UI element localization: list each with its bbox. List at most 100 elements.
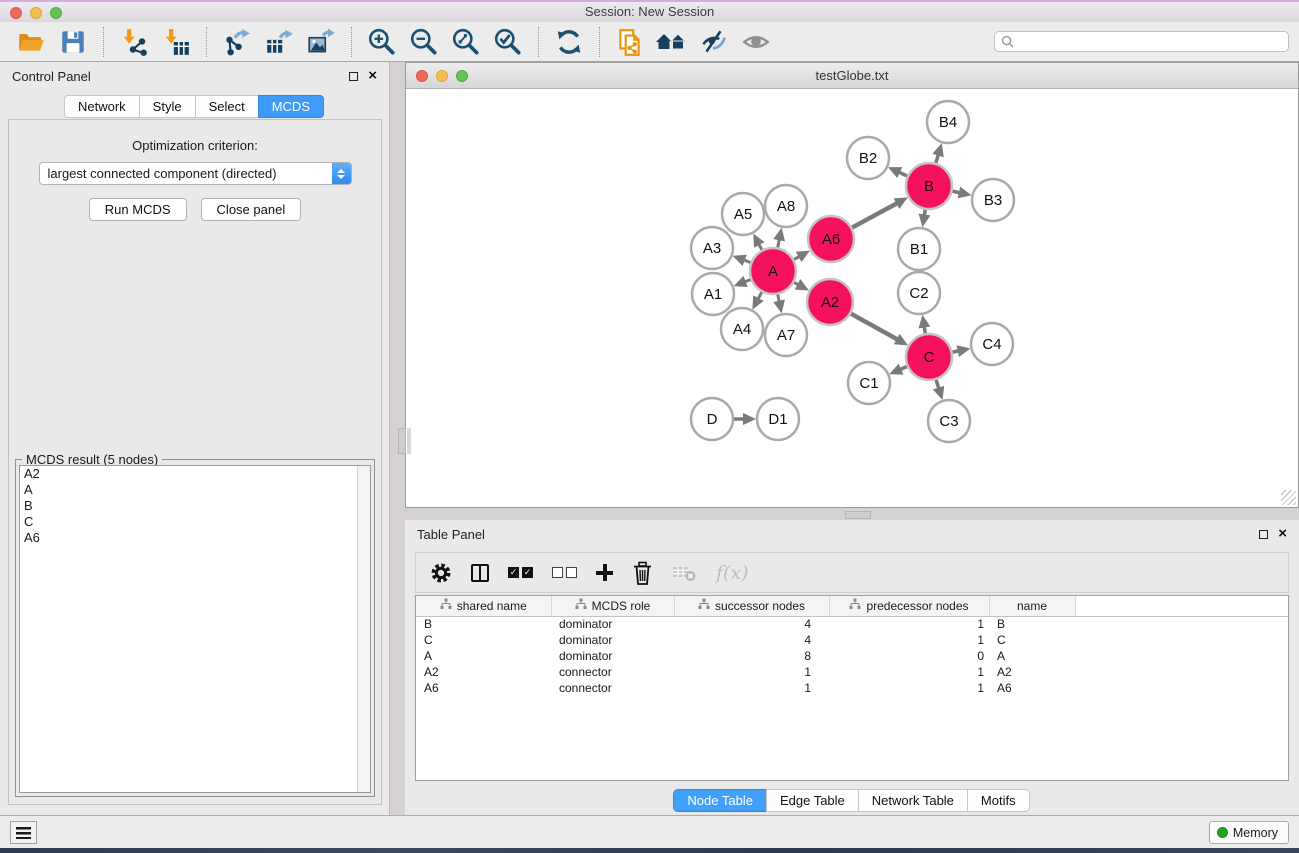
edge-A-A6[interactable] (794, 256, 799, 259)
edge-A-A1[interactable] (745, 280, 751, 282)
node-A1[interactable]: A1 (692, 273, 734, 315)
cell[interactable]: 1 (674, 680, 829, 696)
maximize-window-button[interactable] (50, 7, 62, 19)
node-B4[interactable]: B4 (927, 101, 969, 143)
import-network-icon[interactable] (117, 25, 151, 59)
node-C4[interactable]: C4 (971, 323, 1013, 365)
vertical-splitter-handle[interactable] (398, 428, 406, 454)
node-A8[interactable]: A8 (765, 185, 807, 227)
search-input[interactable] (1014, 34, 1282, 49)
node-A5[interactable]: A5 (722, 193, 764, 235)
zoom-fit-icon[interactable] (449, 25, 483, 59)
node-A2[interactable]: A2 (807, 279, 853, 325)
export-network-icon[interactable] (220, 25, 254, 59)
add-column-icon[interactable] (596, 564, 613, 581)
zoom-in-icon[interactable] (365, 25, 399, 59)
edge-A-A4[interactable] (758, 292, 762, 299)
edge-B-B4[interactable] (936, 155, 938, 163)
cell[interactable]: dominator (551, 648, 674, 664)
edge-A6-B[interactable] (852, 203, 897, 227)
delete-table-icon[interactable] (672, 563, 697, 583)
column-header-shared-name[interactable]: shared name (416, 596, 551, 616)
node-D[interactable]: D (691, 398, 733, 440)
tab-network[interactable]: Network (64, 95, 140, 118)
edge-A2-C[interactable] (851, 314, 898, 340)
node-A7[interactable]: A7 (765, 314, 807, 356)
minimize-window-button[interactable] (30, 7, 42, 19)
cell[interactable]: 1 (829, 616, 989, 632)
cell[interactable]: 0 (829, 648, 989, 664)
cell[interactable]: 1 (829, 664, 989, 680)
float-panel-icon[interactable] (349, 72, 358, 81)
cell[interactable]: 8 (674, 648, 829, 664)
node-C1[interactable]: C1 (848, 362, 890, 404)
cell[interactable]: 1 (829, 680, 989, 696)
cell[interactable]: A6 (989, 680, 1075, 696)
cell[interactable]: dominator (551, 616, 674, 632)
deselect-all-icon[interactable] (552, 567, 577, 578)
node-B2[interactable]: B2 (847, 137, 889, 179)
zoom-selected-icon[interactable] (491, 25, 525, 59)
cell[interactable]: 1 (829, 632, 989, 648)
refresh-layout-icon[interactable] (552, 25, 586, 59)
result-item[interactable]: A2 (20, 466, 370, 482)
cell[interactable]: C (989, 632, 1075, 648)
window-resize-grip[interactable] (1281, 490, 1296, 505)
memory-button[interactable]: Memory (1209, 821, 1289, 844)
tab-mcds[interactable]: MCDS (258, 95, 324, 118)
node-B1[interactable]: B1 (898, 228, 940, 270)
column-layout-icon[interactable] (471, 564, 489, 582)
cell[interactable]: B (416, 616, 551, 632)
node-A6[interactable]: A6 (808, 216, 854, 262)
result-scrollbar[interactable] (357, 466, 370, 792)
network-close-button[interactable] (416, 70, 428, 82)
cell[interactable]: C (416, 632, 551, 648)
cell[interactable]: 1 (674, 664, 829, 680)
network-maximize-button[interactable] (456, 70, 468, 82)
column-header-MCDS-role[interactable]: MCDS role (551, 596, 674, 616)
result-item[interactable]: A (20, 482, 370, 498)
select-all-icon[interactable]: ✓✓ (508, 567, 533, 578)
tab-edge-table[interactable]: Edge Table (766, 789, 859, 812)
cell[interactable]: 4 (674, 632, 829, 648)
network-canvas[interactable]: ABCA2A6A1A3A4A5A7A8B1B2B3B4C1C2C3C4DD1 (407, 90, 1297, 506)
edge-C-C2[interactable] (924, 327, 925, 334)
float-table-panel-icon[interactable] (1259, 530, 1268, 539)
show-graphics-details-icon[interactable] (739, 25, 773, 59)
node-A4[interactable]: A4 (721, 308, 763, 350)
horizontal-splitter-handle[interactable] (845, 511, 871, 519)
clone-network-icon[interactable] (613, 25, 647, 59)
home-icon[interactable] (655, 25, 689, 59)
cell[interactable]: connector (551, 680, 674, 696)
tab-network-table[interactable]: Network Table (858, 789, 968, 812)
cell[interactable]: 4 (674, 616, 829, 632)
cell[interactable]: dominator (551, 632, 674, 648)
save-session-icon[interactable] (56, 25, 90, 59)
result-item[interactable]: B (20, 498, 370, 514)
network-minimize-button[interactable] (436, 70, 448, 82)
node-B[interactable]: B (906, 163, 952, 209)
close-panel-icon[interactable]: × (368, 71, 377, 81)
result-item[interactable]: C (20, 514, 370, 530)
node-A[interactable]: A (750, 248, 796, 294)
node-C2[interactable]: C2 (898, 272, 940, 314)
edge-C-C3[interactable] (936, 380, 939, 389)
hide-annotations-icon[interactable] (697, 25, 731, 59)
edge-A-A2[interactable] (794, 282, 798, 284)
run-mcds-button[interactable]: Run MCDS (89, 198, 187, 221)
edge-C-C1[interactable] (900, 367, 907, 370)
node-C[interactable]: C (906, 334, 952, 380)
edge-A-A8[interactable] (778, 239, 780, 247)
column-header-successor-nodes[interactable]: successor nodes (674, 596, 829, 616)
cell[interactable]: B (989, 616, 1075, 632)
open-session-icon[interactable] (14, 25, 48, 59)
edge-A-A5[interactable] (759, 244, 762, 250)
node-C3[interactable]: C3 (928, 400, 970, 442)
export-table-icon[interactable] (262, 25, 296, 59)
zoom-out-icon[interactable] (407, 25, 441, 59)
delete-column-icon[interactable] (632, 561, 653, 585)
node-D1[interactable]: D1 (757, 398, 799, 440)
edge-B-B2[interactable] (899, 172, 907, 176)
settings-gear-icon[interactable] (430, 562, 452, 584)
node-B3[interactable]: B3 (972, 179, 1014, 221)
